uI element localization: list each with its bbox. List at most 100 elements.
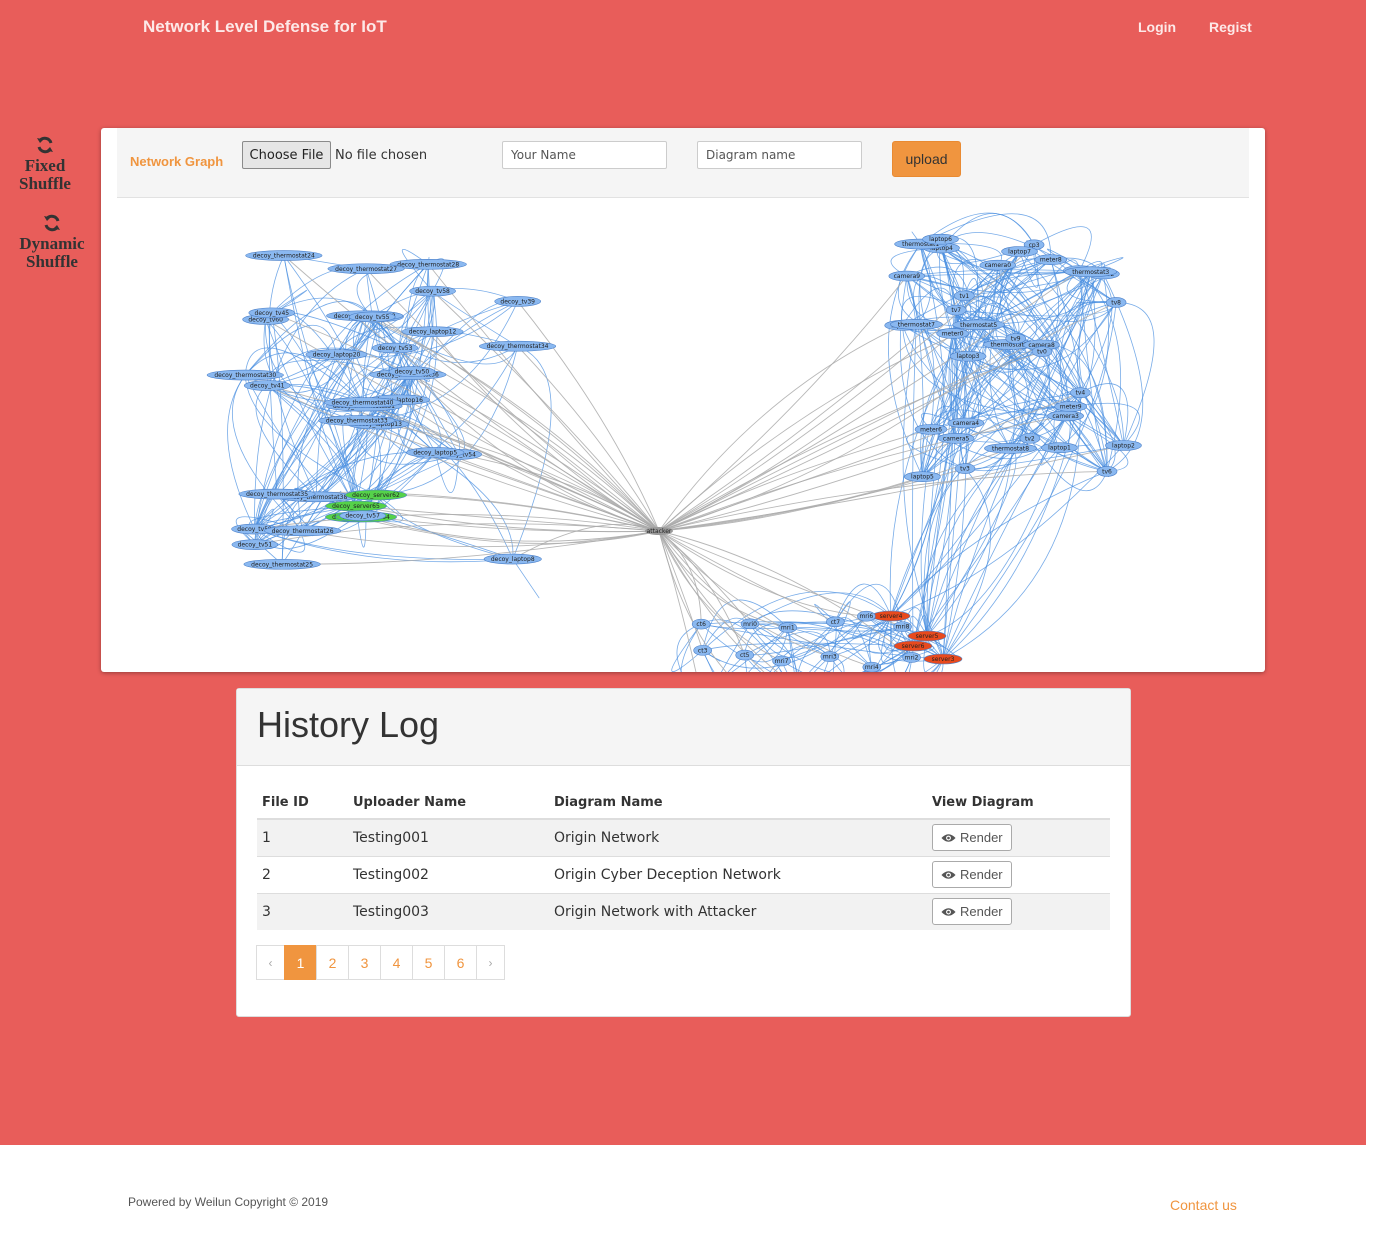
attacker-node[interactable]: attacker bbox=[645, 527, 673, 535]
graph-node[interactable]: mri1 bbox=[778, 622, 798, 633]
graph-node[interactable]: mri3 bbox=[820, 651, 840, 662]
graph-node[interactable]: ct6 bbox=[691, 618, 711, 630]
graph-node[interactable]: tv4 bbox=[1070, 387, 1091, 398]
graph-node[interactable]: decoy_tv58 bbox=[409, 285, 456, 297]
graph-node[interactable]: laptop6 bbox=[922, 233, 959, 245]
graph-node[interactable]: decoy_server65 bbox=[325, 500, 387, 512]
graph-node[interactable]: tv9 bbox=[1005, 333, 1027, 344]
graph-node[interactable]: decoy_laptop5 bbox=[406, 447, 465, 458]
graph-node[interactable]: decoy_thermostat33 bbox=[318, 415, 396, 426]
graph-node[interactable]: decoy_tv45 bbox=[248, 307, 296, 319]
graph-node[interactable]: laptop7 bbox=[1001, 246, 1038, 257]
graph-node[interactable]: decoy_tv55 bbox=[348, 311, 396, 323]
graph-node[interactable]: server6 bbox=[893, 640, 933, 652]
page-3[interactable]: 3 bbox=[348, 945, 381, 980]
graph-node[interactable]: decoy_tv57 bbox=[339, 510, 386, 521]
graph-node[interactable]: mri2 bbox=[902, 652, 921, 663]
graph-node[interactable]: laptop3 bbox=[949, 350, 987, 362]
graph-node[interactable]: meter8 bbox=[1034, 254, 1068, 266]
graph-node[interactable]: camera5 bbox=[937, 433, 975, 444]
graph-node[interactable]: tv2 bbox=[1019, 433, 1041, 444]
graph-node[interactable]: tv8 bbox=[1105, 297, 1127, 308]
graph-node[interactable]: mri8 bbox=[893, 621, 912, 632]
graph-node-label: decoy_laptop8 bbox=[491, 556, 535, 563]
graph-node[interactable]: decoy_thermostat35 bbox=[238, 488, 316, 500]
graph-node[interactable]: decoy_laptop8 bbox=[483, 553, 542, 565]
page-prev[interactable]: ‹ bbox=[256, 945, 285, 980]
graph-node[interactable]: server5 bbox=[907, 630, 947, 642]
render-button[interactable]: Render bbox=[932, 861, 1012, 888]
graph-node[interactable]: camera9 bbox=[888, 270, 926, 282]
navbar-brand[interactable]: Network Level Defense for IoT bbox=[143, 17, 387, 37]
graph-node[interactable]: camera3 bbox=[1047, 410, 1084, 422]
page-4[interactable]: 4 bbox=[380, 945, 413, 980]
attacker-label: attacker bbox=[647, 528, 672, 535]
graph-node[interactable]: meter9 bbox=[1054, 401, 1087, 412]
graph-node[interactable]: decoy_thermostat27 bbox=[327, 263, 405, 275]
graph-node[interactable]: mri4 bbox=[862, 661, 882, 672]
graph-node[interactable]: laptop5 bbox=[904, 471, 941, 483]
your-name-input[interactable] bbox=[502, 141, 667, 169]
graph-node[interactable]: thermostat8 bbox=[984, 443, 1037, 454]
page-5[interactable]: 5 bbox=[412, 945, 445, 980]
graph-node[interactable]: tv3 bbox=[954, 463, 976, 474]
graph-node[interactable]: decoy_thermostat26 bbox=[264, 525, 342, 537]
page-1[interactable]: 1 bbox=[284, 945, 317, 980]
file-id-cell: 1 bbox=[257, 818, 348, 856]
page-next[interactable]: › bbox=[476, 945, 505, 980]
login-link[interactable]: Login bbox=[1138, 19, 1176, 35]
network-graph-canvas[interactable]: decoy_laptop13decoy_tv60decoy_thermostat… bbox=[101, 199, 1265, 672]
graph-node-label: decoy_thermostat24 bbox=[253, 253, 315, 260]
fixed-shuffle-button[interactable]: Fixed Shuffle bbox=[0, 135, 90, 193]
graph-node[interactable]: tv6 bbox=[1096, 466, 1118, 477]
graph-node-label: tv3 bbox=[960, 466, 970, 473]
graph-node[interactable]: laptop1 bbox=[1041, 442, 1078, 454]
graph-node[interactable]: decoy_thermostat24 bbox=[245, 250, 323, 261]
page-2[interactable]: 2 bbox=[316, 945, 349, 980]
regist-link[interactable]: Regist bbox=[1209, 19, 1252, 35]
graph-node[interactable]: ct5 bbox=[735, 649, 755, 661]
render-button[interactable]: Render bbox=[932, 824, 1012, 852]
graph-node[interactable]: thermostat3 bbox=[1064, 266, 1118, 278]
graph-node[interactable]: mri6 bbox=[857, 610, 876, 622]
graph-node-label: laptop3 bbox=[957, 353, 980, 360]
render-button[interactable]: Render bbox=[932, 898, 1012, 926]
contact-link[interactable]: Contact us bbox=[1170, 1197, 1237, 1213]
page-6[interactable]: 6 bbox=[444, 945, 477, 980]
graph-node[interactable]: decoy_thermostat34 bbox=[479, 340, 557, 352]
graph-node-label: ct5 bbox=[740, 652, 750, 659]
graph-node[interactable]: thermostat7 bbox=[890, 319, 943, 330]
graph-node[interactable]: decoy_thermostat25 bbox=[243, 558, 321, 570]
graph-node[interactable]: meter6 bbox=[914, 424, 948, 435]
graph-node[interactable]: tv7 bbox=[945, 304, 967, 316]
graph-node[interactable]: decoy_tv53 bbox=[371, 342, 419, 354]
graph-node[interactable]: ct3 bbox=[693, 645, 712, 656]
upload-button[interactable]: upload bbox=[892, 141, 961, 177]
graph-node[interactable]: thermostat5 bbox=[952, 319, 1005, 331]
graph-node[interactable]: decoy_thermostat40 bbox=[323, 397, 401, 408]
graph-node[interactable]: camera4 bbox=[947, 417, 985, 429]
graph-node[interactable]: tv0 bbox=[1031, 346, 1053, 357]
graph-node[interactable]: decoy_server62 bbox=[345, 489, 407, 501]
graph-node[interactable]: mri0 bbox=[740, 618, 760, 630]
graph-node[interactable]: decoy_tv39 bbox=[494, 296, 542, 307]
graph-node[interactable]: decoy_tv41 bbox=[243, 380, 291, 391]
graph-node[interactable]: server3 bbox=[923, 653, 963, 665]
graph-node[interactable]: mri7 bbox=[772, 655, 791, 667]
graph-node[interactable]: decoy_tv51 bbox=[231, 539, 279, 550]
graph-node[interactable]: laptop2 bbox=[1105, 440, 1142, 451]
graph-node[interactable]: decoy_thermostat30 bbox=[206, 369, 284, 381]
column-header-uploader: Uploader Name bbox=[348, 786, 549, 820]
graph-node[interactable]: decoy_laptop20 bbox=[305, 349, 368, 360]
graph-node[interactable]: tv1 bbox=[954, 290, 975, 302]
diagram-name-input[interactable] bbox=[697, 141, 862, 169]
graph-node[interactable]: ct7 bbox=[826, 616, 845, 628]
graph-node[interactable]: decoy_tv50 bbox=[388, 366, 436, 377]
graph-node-label: decoy_thermostat33 bbox=[326, 418, 388, 425]
graph-node[interactable]: server4 bbox=[871, 610, 911, 622]
choose-file-button[interactable]: Choose File bbox=[242, 141, 331, 169]
graph-node[interactable]: camera0 bbox=[979, 259, 1017, 271]
graph-node[interactable]: decoy_laptop12 bbox=[401, 326, 464, 337]
graph-node[interactable]: meter0 bbox=[936, 328, 969, 339]
dynamic-shuffle-button[interactable]: Dynamic Shuffle bbox=[7, 213, 97, 271]
